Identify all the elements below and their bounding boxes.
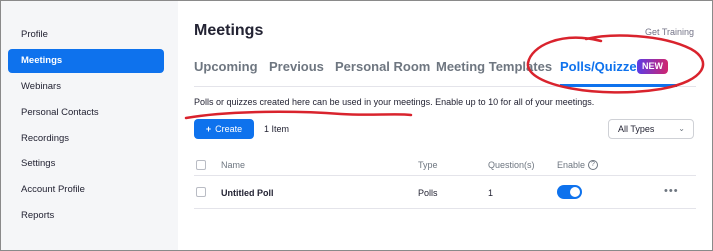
toggle-knob (570, 187, 580, 197)
sidebar-item-meetings[interactable]: Meetings (8, 49, 164, 73)
poll-type: Polls (418, 188, 438, 198)
create-button[interactable]: + Create (194, 119, 254, 139)
chevron-down-icon: ⌄ (678, 124, 685, 133)
sidebar-item-profile[interactable]: Profile (8, 23, 164, 47)
new-badge: NEW (637, 59, 668, 74)
sidebar-item-recordings[interactable]: Recordings (8, 127, 164, 151)
description-text: Polls or quizzes created here can be use… (194, 97, 595, 107)
tab-previous[interactable]: Previous (269, 59, 324, 74)
plus-icon: + (205, 124, 212, 134)
item-count: 1 Item (264, 124, 290, 134)
select-all-checkbox[interactable] (196, 160, 206, 170)
sidebar: Profile Meetings Webinars Personal Conta… (1, 1, 178, 250)
table-header-divider (194, 175, 696, 176)
create-button-label: Create (215, 124, 243, 134)
tab-upcoming[interactable]: Upcoming (194, 59, 258, 74)
sidebar-item-webinars[interactable]: Webinars (8, 75, 164, 99)
column-header-enable: Enable (557, 160, 586, 170)
enable-toggle[interactable] (557, 185, 582, 199)
get-training-link[interactable]: Get Training (645, 27, 694, 37)
poll-question-count: 1 (488, 188, 494, 198)
sidebar-item-account-profile[interactable]: Account Profile (8, 178, 164, 202)
tab-personal-room[interactable]: Personal Room (335, 59, 430, 74)
poll-name[interactable]: Untitled Poll (221, 188, 274, 198)
sidebar-item-personal-contacts[interactable]: Personal Contacts (8, 101, 164, 125)
app-window: Profile Meetings Webinars Personal Conta… (0, 0, 713, 251)
column-header-questions: Question(s) (488, 160, 535, 170)
table-row-divider (194, 208, 696, 209)
more-options-icon[interactable]: ••• (664, 185, 679, 197)
type-filter-select[interactable]: All Types ⌄ (608, 119, 694, 139)
tab-polls-quizzes[interactable]: Polls/Quizzes (560, 59, 644, 74)
main-content: Meetings Get Training Upcoming Previous … (178, 1, 712, 250)
column-header-type: Type (418, 160, 438, 170)
sidebar-item-settings[interactable]: Settings (8, 152, 164, 176)
info-icon[interactable]: ? (588, 160, 598, 170)
sidebar-item-reports[interactable]: Reports (8, 204, 164, 228)
page-title: Meetings (194, 22, 264, 39)
row-checkbox[interactable] (196, 187, 206, 197)
active-tab-indicator (560, 84, 677, 87)
tab-meeting-templates[interactable]: Meeting Templates (436, 59, 552, 74)
column-header-name: Name (221, 160, 246, 170)
type-filter-value: All Types (618, 124, 655, 134)
